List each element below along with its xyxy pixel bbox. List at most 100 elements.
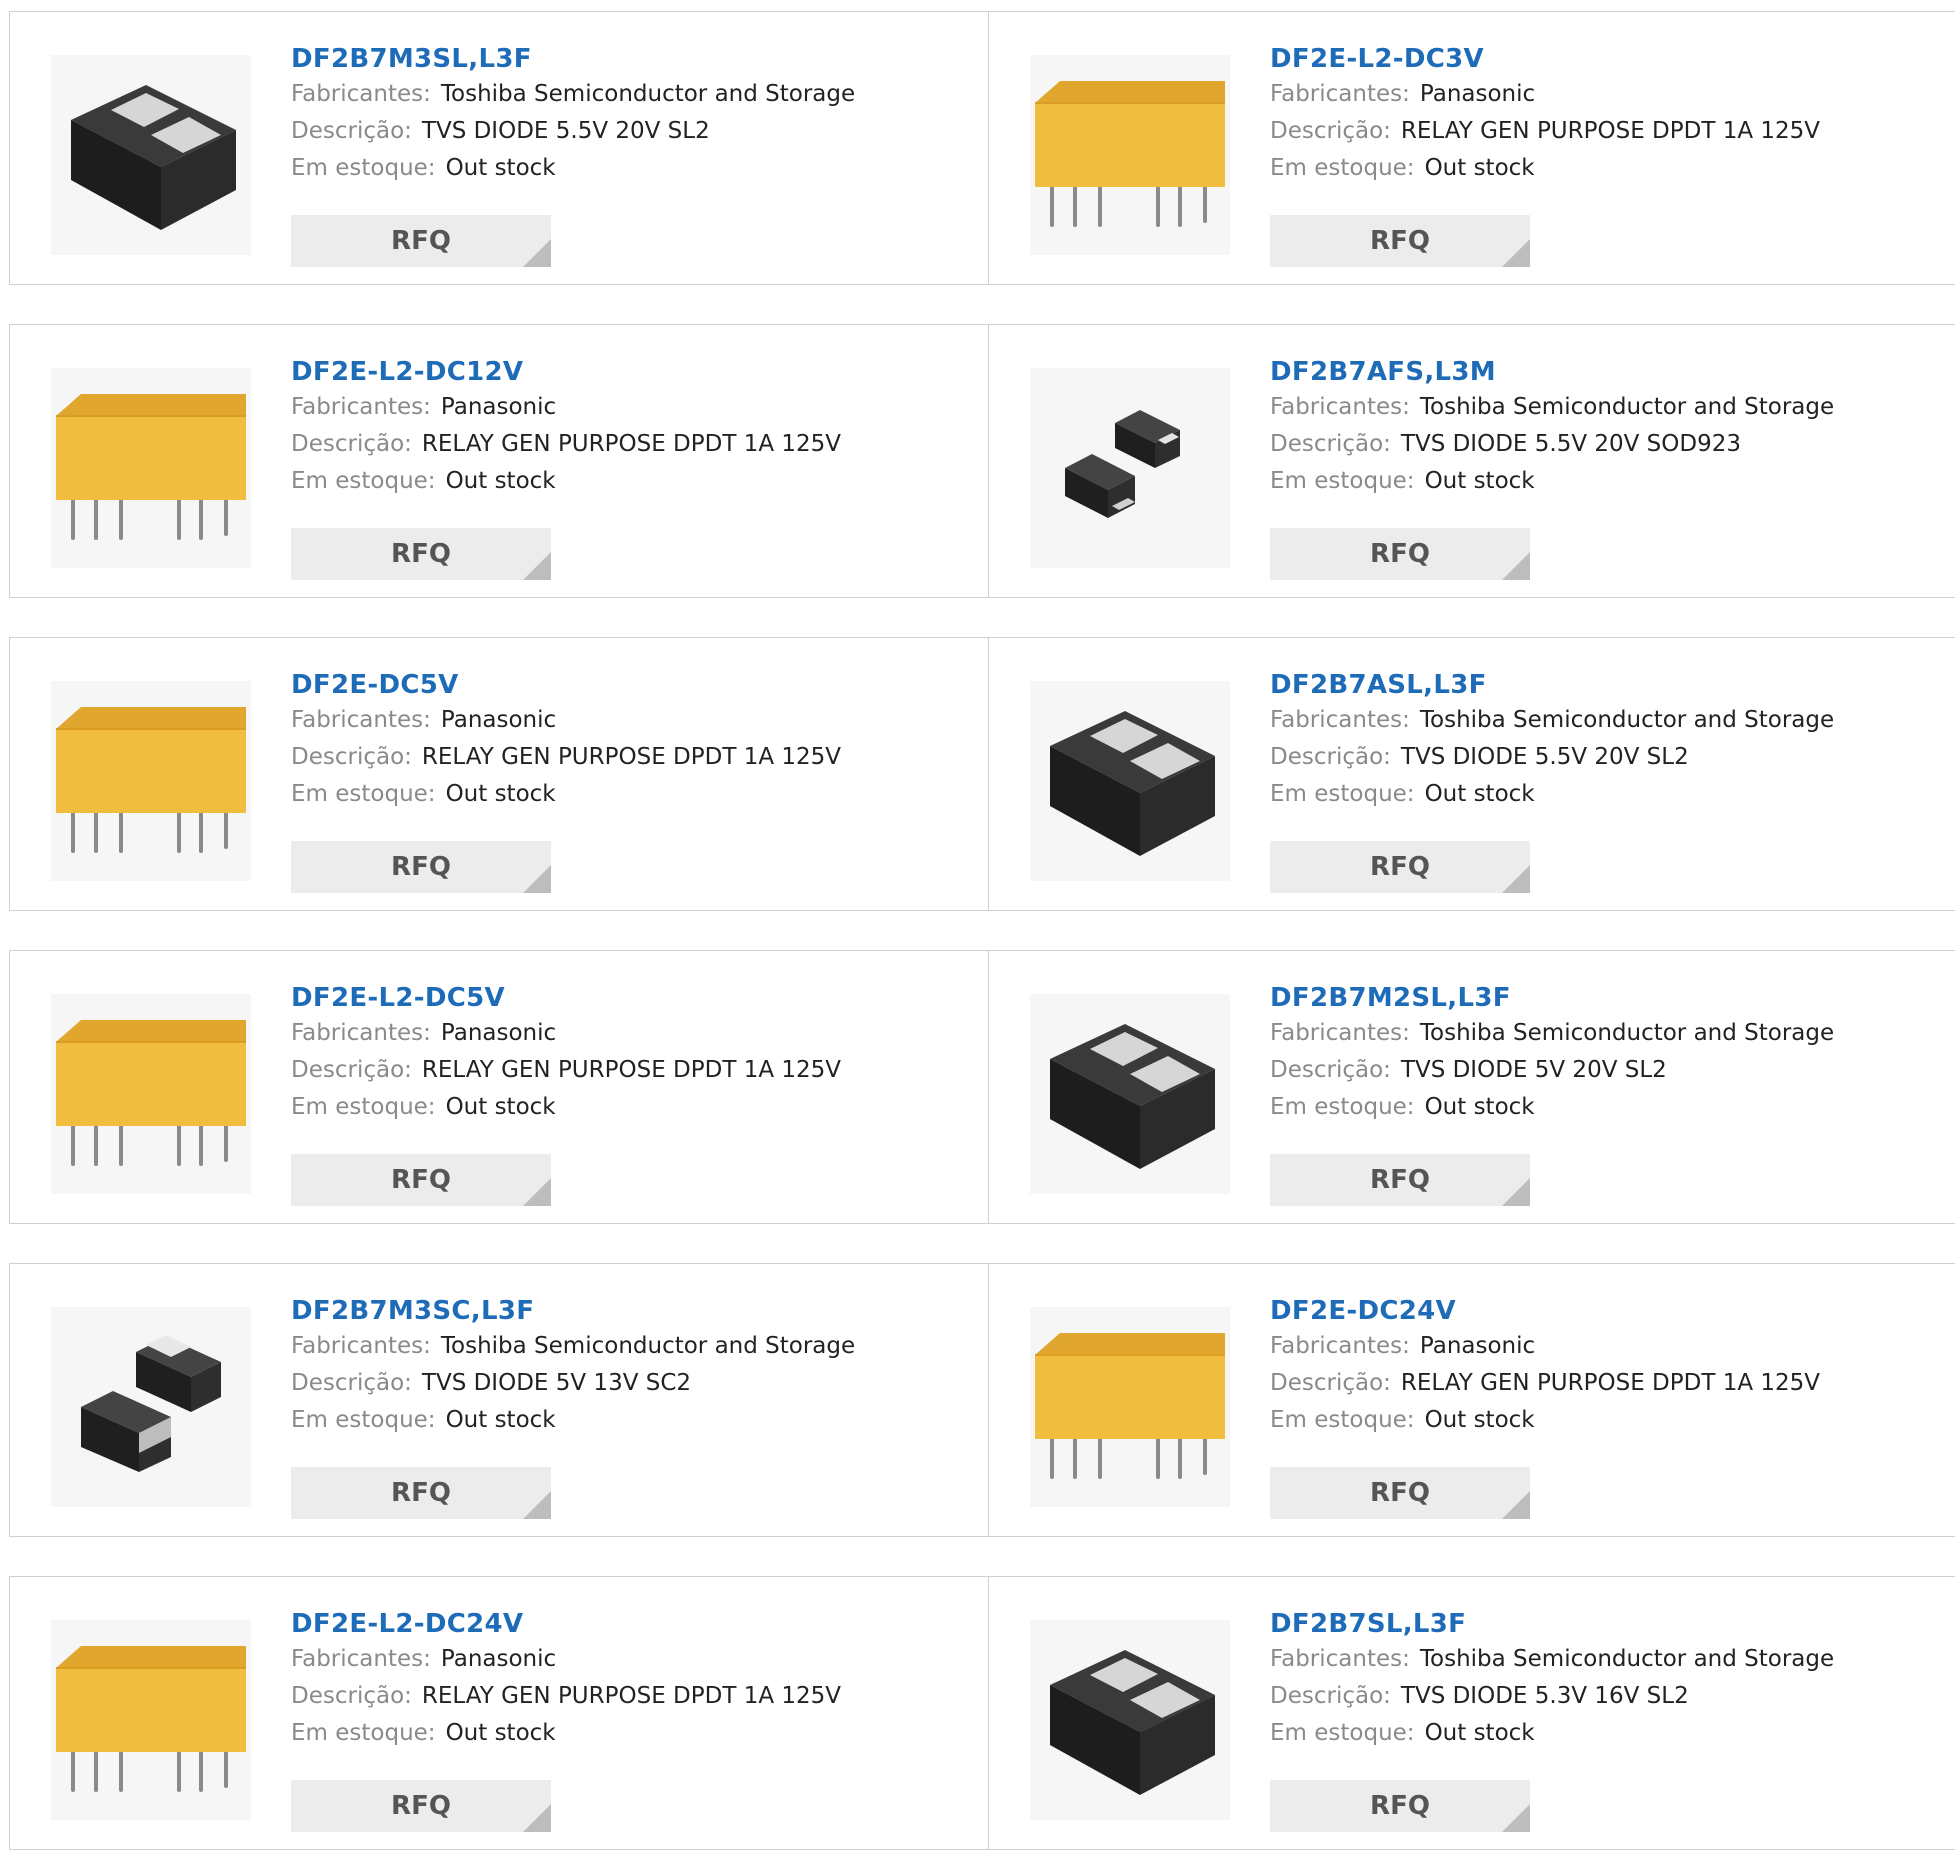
manufacturer-row: Fabricantes: Panasonic [291,702,976,739]
product-image[interactable] [1030,1307,1230,1507]
product-image[interactable] [1030,1620,1230,1820]
rfq-button[interactable]: RFQ [291,1467,551,1519]
stock-label: Em estoque: [1270,1407,1415,1433]
rfq-button[interactable]: RFQ [1270,1467,1530,1519]
description-label: Descrição: [1270,431,1391,457]
part-number-link[interactable]: DF2E-DC5V [291,668,976,702]
stock-row: Em estoque: Out stock [291,1402,976,1439]
manufacturer-value: Toshiba Semiconductor and Storage [1419,394,1835,420]
description-value: TVS DIODE 5.5V 20V SL2 [1400,744,1689,770]
stock-label: Em estoque: [1270,781,1415,807]
part-number-link[interactable]: DF2E-L2-DC5V [291,981,976,1015]
product-card: DF2B7SL,L3F Fabricantes: Toshiba Semicond… [988,1577,1955,1849]
part-number-link[interactable]: DF2B7M3SC,L3F [291,1294,976,1328]
stock-row: Em estoque: Out stock [1270,1089,1955,1126]
description-row: Descrição: RELAY GEN PURPOSE DPDT 1A 125V [1270,1365,1955,1402]
stock-value: Out stock [1424,1720,1535,1746]
product-image[interactable] [51,1620,251,1820]
rfq-label: RFQ [1370,539,1430,569]
stock-row: Em estoque: Out stock [291,776,976,813]
part-number-link[interactable]: DF2B7M3SL,L3F [291,42,976,76]
stock-row: Em estoque: Out stock [291,1715,976,1752]
description-row: Descrição: TVS DIODE 5V 20V SL2 [1270,1052,1955,1089]
description-value: RELAY GEN PURPOSE DPDT 1A 125V [421,744,842,770]
rfq-button[interactable]: RFQ [1270,215,1530,267]
rfq-button[interactable]: RFQ [1270,1780,1530,1832]
manufacturer-label: Fabricantes: [1270,1646,1410,1672]
product-image[interactable] [1030,681,1230,881]
rfq-button[interactable]: RFQ [291,528,551,580]
product-info: DF2B7M3SL,L3F Fabricantes: Toshiba Semico… [291,42,976,187]
product-image[interactable] [51,55,251,255]
product-image[interactable] [1030,368,1230,568]
manufacturer-label: Fabricantes: [1270,81,1410,107]
part-number-link[interactable]: DF2E-L2-DC24V [291,1607,976,1641]
description-value: TVS DIODE 5.5V 20V SOD923 [1400,431,1741,457]
description-value: RELAY GEN PURPOSE DPDT 1A 125V [1400,118,1821,144]
description-label: Descrição: [291,1370,412,1396]
stock-row: Em estoque: Out stock [291,150,976,187]
corner-triangle-icon [523,239,551,267]
manufacturer-value: Panasonic [440,707,557,733]
stock-value: Out stock [1424,1407,1535,1433]
rfq-label: RFQ [1370,1165,1430,1195]
product-image[interactable] [51,1307,251,1507]
stock-row: Em estoque: Out stock [1270,1402,1955,1439]
description-value: TVS DIODE 5V 20V SL2 [1400,1057,1667,1083]
manufacturer-label: Fabricantes: [1270,1333,1410,1359]
product-info: DF2E-L2-DC24V Fabricantes: Panasonic Desc… [291,1607,976,1752]
part-number-link[interactable]: DF2B7M2SL,L3F [1270,981,1955,1015]
rfq-button[interactable]: RFQ [291,1780,551,1832]
stock-value: Out stock [445,468,556,494]
manufacturer-row: Fabricantes: Panasonic [291,1641,976,1678]
stock-row: Em estoque: Out stock [1270,776,1955,813]
manufacturer-label: Fabricantes: [291,81,431,107]
product-row: DF2E-L2-DC24V Fabricantes: Panasonic Desc… [9,1576,1955,1850]
stock-value: Out stock [1424,1094,1535,1120]
stock-row: Em estoque: Out stock [1270,1715,1955,1752]
part-number-link[interactable]: DF2E-L2-DC12V [291,355,976,389]
manufacturer-label: Fabricantes: [291,1333,431,1359]
corner-triangle-icon [1502,552,1530,580]
rfq-label: RFQ [1370,852,1430,882]
stock-label: Em estoque: [291,1720,436,1746]
product-image[interactable] [51,681,251,881]
stock-label: Em estoque: [1270,155,1415,181]
product-info: DF2E-L2-DC5V Fabricantes: Panasonic Descr… [291,981,976,1126]
rfq-button[interactable]: RFQ [291,841,551,893]
product-info: DF2B7SL,L3F Fabricantes: Toshiba Semicond… [1270,1607,1955,1752]
manufacturer-row: Fabricantes: Panasonic [291,1015,976,1052]
corner-triangle-icon [523,1178,551,1206]
part-number-link[interactable]: DF2B7ASL,L3F [1270,668,1955,702]
corner-triangle-icon [523,552,551,580]
description-label: Descrição: [291,1057,412,1083]
description-label: Descrição: [291,118,412,144]
rfq-button[interactable]: RFQ [291,1154,551,1206]
corner-triangle-icon [1502,1491,1530,1519]
product-image[interactable] [1030,55,1230,255]
rfq-label: RFQ [1370,226,1430,256]
product-image[interactable] [51,368,251,568]
rfq-button[interactable]: RFQ [1270,528,1530,580]
description-row: Descrição: RELAY GEN PURPOSE DPDT 1A 125V [291,1678,976,1715]
product-row: DF2E-L2-DC5V Fabricantes: Panasonic Descr… [9,950,1955,1224]
manufacturer-row: Fabricantes: Toshiba Semiconductor and St… [1270,1015,1955,1052]
description-label: Descrição: [291,1683,412,1709]
product-info: DF2E-L2-DC12V Fabricantes: Panasonic Desc… [291,355,976,500]
rfq-button[interactable]: RFQ [291,215,551,267]
part-number-link[interactable]: DF2E-L2-DC3V [1270,42,1955,76]
description-row: Descrição: TVS DIODE 5.5V 20V SOD923 [1270,426,1955,463]
rfq-button[interactable]: RFQ [1270,1154,1530,1206]
rfq-button[interactable]: RFQ [1270,841,1530,893]
product-row: DF2E-DC5V Fabricantes: Panasonic Descriçã… [9,637,1955,911]
description-row: Descrição: TVS DIODE 5.3V 16V SL2 [1270,1678,1955,1715]
part-number-link[interactable]: DF2B7AFS,L3M [1270,355,1955,389]
manufacturer-row: Fabricantes: Toshiba Semiconductor and St… [1270,702,1955,739]
part-number-link[interactable]: DF2B7SL,L3F [1270,1607,1955,1641]
manufacturer-value: Panasonic [1419,1333,1536,1359]
product-image[interactable] [1030,994,1230,1194]
product-image[interactable] [51,994,251,1194]
rfq-label: RFQ [391,539,451,569]
manufacturer-label: Fabricantes: [291,1020,431,1046]
part-number-link[interactable]: DF2E-DC24V [1270,1294,1955,1328]
